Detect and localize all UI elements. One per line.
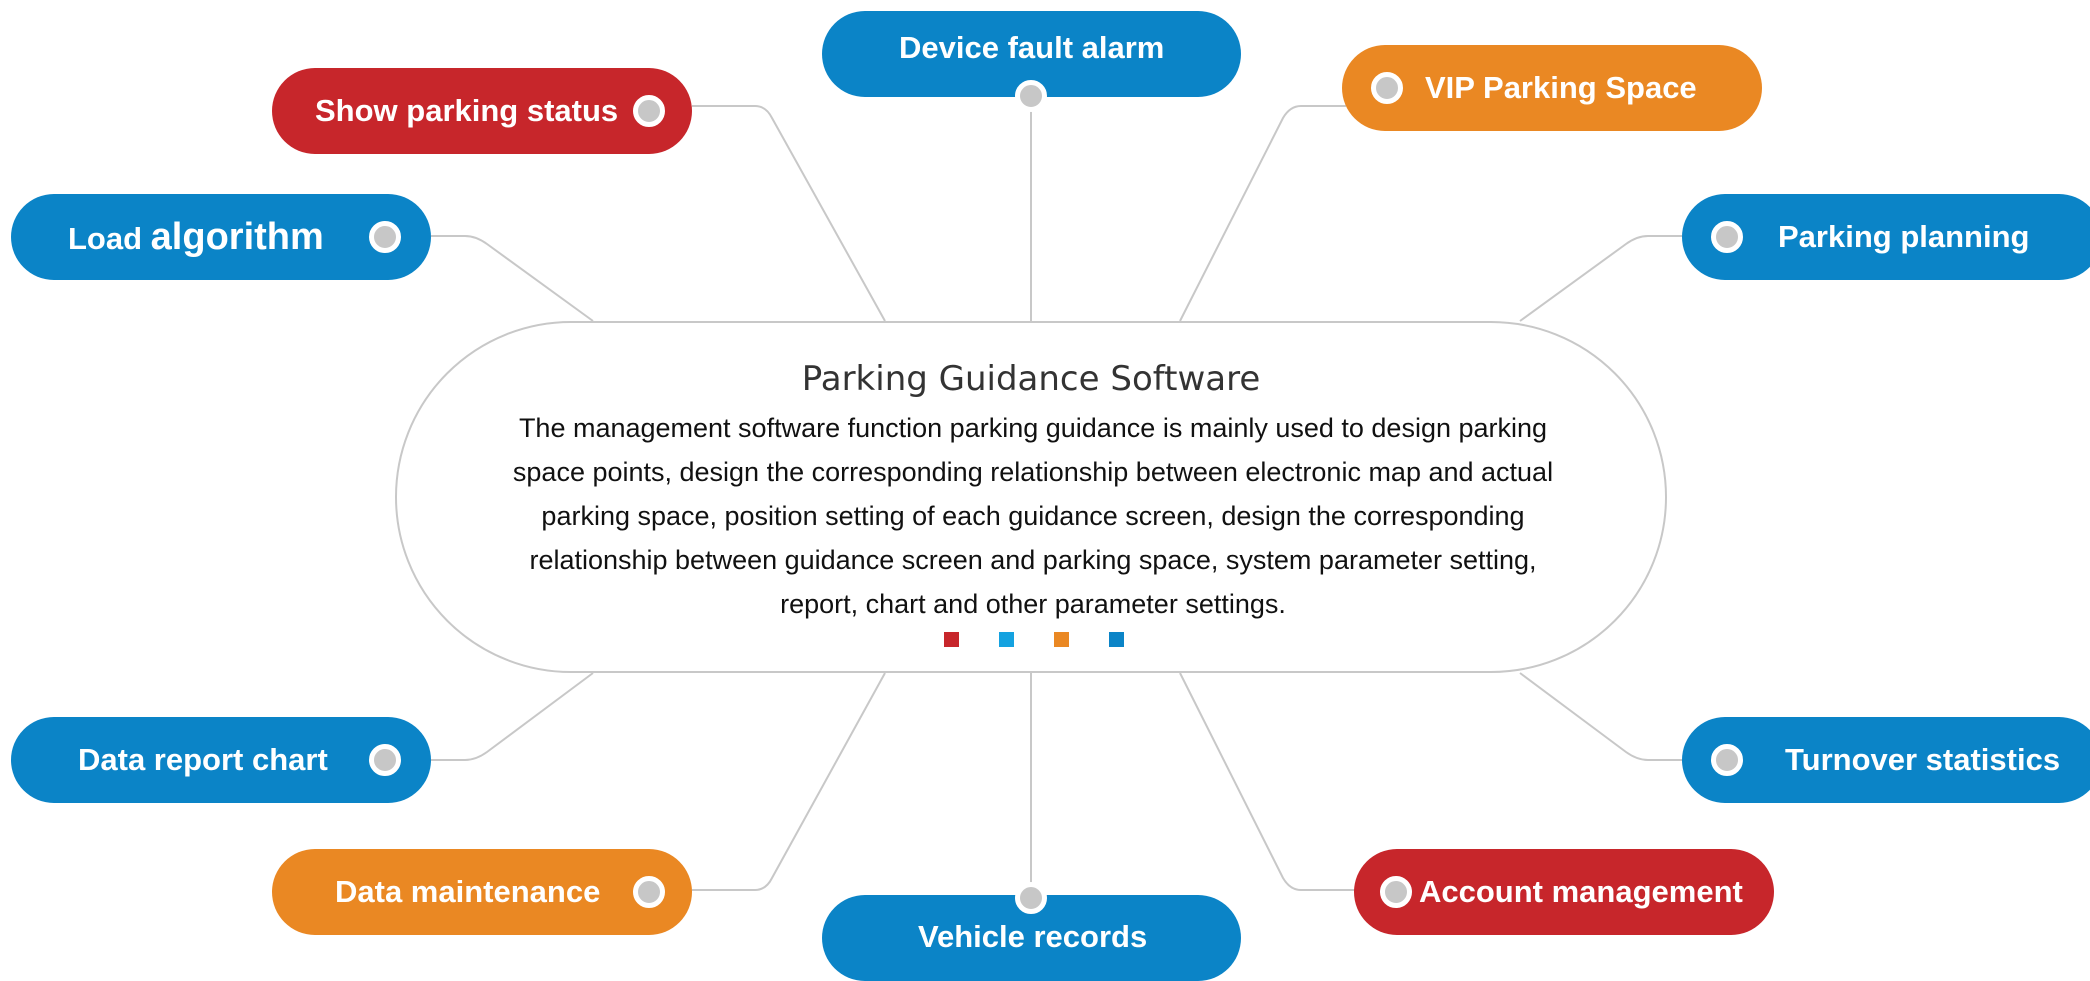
node-label: Load algorithm xyxy=(68,194,324,282)
node-label: Parking planning xyxy=(1778,219,2030,254)
node-dot-icon xyxy=(369,221,401,253)
node-device-fault-alarm[interactable]: Device fault alarm xyxy=(822,11,1241,112)
node-dot-icon xyxy=(1711,221,1743,253)
node-dot-icon xyxy=(1380,876,1412,908)
center-title: Parking Guidance Software xyxy=(801,359,1261,399)
center-description-card: Parking Guidance Software The management… xyxy=(395,321,1667,673)
connector-turnover-statistics xyxy=(1519,672,1682,761)
node-label-main: algorithm xyxy=(150,216,324,258)
node-label: Turnover statistics xyxy=(1785,742,2061,777)
accent-square-cyan xyxy=(999,632,1014,647)
node-parking-planning[interactable]: Parking planning xyxy=(1682,194,2090,280)
node-label: Account management xyxy=(1419,874,1743,909)
connector-show-parking-status xyxy=(692,105,886,322)
mind-map-diagram: Parking Guidance Software The management… xyxy=(0,0,2090,981)
node-vehicle-records[interactable]: Vehicle records xyxy=(822,882,1241,981)
node-dot-icon xyxy=(633,95,665,127)
node-load-algorithm[interactable]: Load algorithm xyxy=(11,194,431,280)
connector-load-algorithm xyxy=(431,235,594,322)
node-dot-icon xyxy=(633,876,665,908)
node-data-maintenance[interactable]: Data maintenance xyxy=(272,849,692,935)
accent-square-blue xyxy=(1109,632,1124,647)
node-vip-parking-space[interactable]: VIP Parking Space xyxy=(1342,45,1762,131)
connector-data-report-chart xyxy=(431,672,594,761)
node-label: Vehicle records xyxy=(918,919,1148,954)
node-turnover-statistics[interactable]: Turnover statistics xyxy=(1682,717,2090,803)
accent-square-orange xyxy=(1054,632,1069,647)
node-dot-icon xyxy=(1371,72,1403,104)
node-data-report-chart[interactable]: Data report chart xyxy=(11,717,431,803)
node-label: Data report chart xyxy=(78,742,328,777)
node-label: Data maintenance xyxy=(335,874,601,909)
node-dot-icon xyxy=(369,744,401,776)
center-description: The management software function parking… xyxy=(512,413,1554,619)
node-label: VIP Parking Space xyxy=(1425,70,1697,105)
node-label: Device fault alarm xyxy=(899,30,1165,65)
node-dot-icon xyxy=(1711,744,1743,776)
node-label: Show parking status xyxy=(315,93,619,128)
node-show-parking-status[interactable]: Show parking status xyxy=(272,68,692,154)
node-account-management[interactable]: Account management xyxy=(1354,849,1774,935)
node-dot-icon xyxy=(1015,80,1047,112)
accent-square-red xyxy=(944,632,959,647)
connector-data-maintenance xyxy=(692,672,886,891)
connector-vip-parking-space xyxy=(1179,105,1346,322)
connector-account-management xyxy=(1179,672,1358,891)
node-label-prefix: Load xyxy=(68,221,151,256)
connector-parking-planning xyxy=(1519,235,1682,322)
